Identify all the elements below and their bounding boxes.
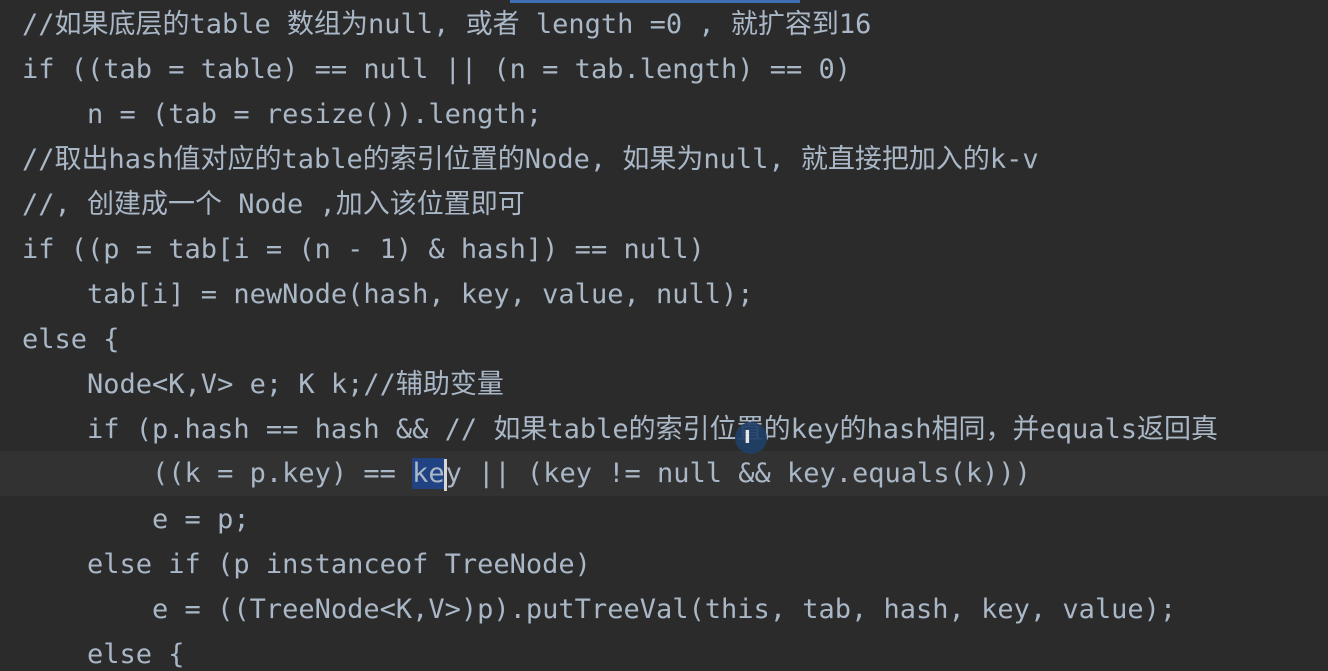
code-line[interactable]: e = p; bbox=[0, 497, 1328, 542]
code-line-suffix: y || (key != null && key.equals(k))) bbox=[445, 458, 1031, 489]
code-line-text: n = (tab = resize()).length; bbox=[22, 99, 543, 130]
code-line-text: else { bbox=[22, 324, 120, 355]
code-line-text: e = p; bbox=[22, 504, 250, 535]
code-line-text: else if (p instanceof TreeNode) bbox=[22, 549, 591, 580]
code-line-text: //如果底层的table 数组为null, 或者 length =0 , 就扩容… bbox=[22, 9, 872, 40]
code-line-text: if ((tab = table) == null || (n = tab.le… bbox=[22, 54, 852, 85]
code-line[interactable]: else { bbox=[0, 317, 1328, 362]
code-line-text: else { bbox=[22, 639, 185, 670]
current-code-line[interactable]: ((k = p.key) == key || (key != null && k… bbox=[0, 451, 1328, 496]
code-line[interactable]: if ((tab = table) == null || (n = tab.le… bbox=[0, 47, 1328, 92]
code-line[interactable]: Node<K,V> e; K k;//辅助变量 bbox=[0, 362, 1328, 407]
code-line[interactable]: else { bbox=[0, 632, 1328, 671]
code-line[interactable]: e = ((TreeNode<K,V>)p).putTreeVal(this, … bbox=[0, 587, 1328, 632]
code-editor[interactable]: //如果底层的table 数组为null, 或者 length =0 , 就扩容… bbox=[0, 0, 1328, 671]
code-line-text: //, 创建成一个 Node ,加入该位置即可 bbox=[22, 189, 525, 220]
code-line[interactable]: //, 创建成一个 Node ,加入该位置即可 bbox=[0, 182, 1328, 227]
code-line-text: Node<K,V> e; K k;//辅助变量 bbox=[22, 369, 504, 400]
code-line-text: //取出hash值对应的table的索引位置的Node, 如果为null, 就直… bbox=[22, 144, 1039, 175]
mouse-highlight bbox=[735, 422, 767, 454]
code-line[interactable]: //取出hash值对应的table的索引位置的Node, 如果为null, 就直… bbox=[0, 137, 1328, 182]
code-line-text: ((k = p.key) == key || (key != null && k… bbox=[22, 451, 1031, 496]
text-selection[interactable]: ke bbox=[412, 458, 445, 489]
code-line-text: tab[i] = newNode(hash, key, value, null)… bbox=[22, 279, 754, 310]
code-line[interactable]: //如果底层的table 数组为null, 或者 length =0 , 就扩容… bbox=[0, 2, 1328, 47]
code-line-text: if (p.hash == hash && // 如果table的索引位置的ke… bbox=[22, 414, 1219, 445]
text-cursor-icon: I bbox=[744, 427, 751, 448]
code-line[interactable]: else if (p instanceof TreeNode) bbox=[0, 542, 1328, 587]
code-line-text: if ((p = tab[i = (n - 1) & hash]) == nul… bbox=[22, 234, 705, 265]
code-line-prefix: ((k = p.key) == bbox=[22, 458, 413, 489]
code-line[interactable]: n = (tab = resize()).length; bbox=[0, 92, 1328, 137]
code-line-text: e = ((TreeNode<K,V>)p).putTreeVal(this, … bbox=[22, 594, 1177, 625]
code-line[interactable]: tab[i] = newNode(hash, key, value, null)… bbox=[0, 272, 1328, 317]
code-line[interactable]: if ((p = tab[i = (n - 1) & hash]) == nul… bbox=[0, 227, 1328, 272]
code-line[interactable]: if (p.hash == hash && // 如果table的索引位置的ke… bbox=[0, 407, 1328, 452]
